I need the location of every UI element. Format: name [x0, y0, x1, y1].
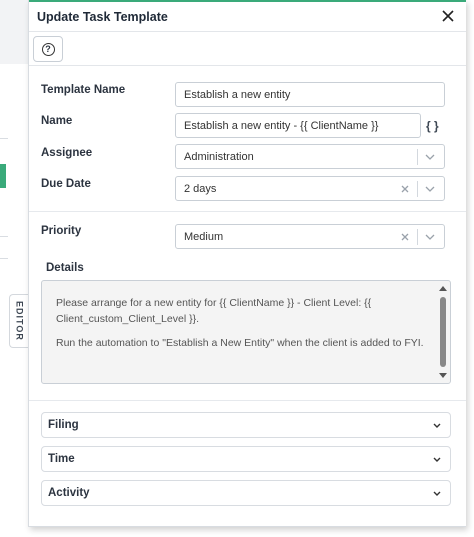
active-indicator [0, 164, 6, 188]
time-section-label: Time [48, 453, 75, 465]
details-textarea[interactable]: Please arrange for a new entity for {{ C… [41, 280, 451, 384]
braces-icon: { } [426, 119, 439, 133]
chevron-down-icon[interactable] [424, 151, 436, 163]
select-separator [417, 180, 418, 197]
priority-select[interactable]: Medium [175, 224, 445, 249]
name-label: Name [41, 115, 73, 127]
activity-section-header[interactable]: Activity [41, 480, 451, 506]
background-divider [0, 138, 8, 139]
priority-label: Priority [41, 225, 82, 237]
section-divider [29, 400, 466, 401]
panel-header: Update Task Template [29, 2, 466, 32]
background-block [0, 0, 28, 64]
select-separator [417, 228, 418, 245]
chevron-down-icon[interactable] [424, 183, 436, 195]
name-input[interactable]: Establish a new entity - {{ ClientName }… [175, 113, 421, 138]
editor-tab[interactable]: EDITOR [9, 294, 29, 348]
assignee-select[interactable]: Administration [175, 144, 445, 169]
close-button[interactable] [442, 5, 454, 27]
question-circle-icon: ? [41, 42, 55, 56]
assignee-label: Assignee [41, 147, 93, 159]
filing-section-label: Filing [48, 419, 79, 431]
clear-icon[interactable] [399, 183, 411, 195]
editor-tab-label: EDITOR [14, 301, 25, 341]
help-button[interactable]: ? [33, 36, 63, 62]
panel-toolbar: ? [29, 32, 466, 66]
details-text: Please arrange for a new entity for {{ C… [56, 295, 426, 351]
background-divider [0, 236, 8, 237]
background-app-strip [0, 0, 30, 537]
template-name-label: Template Name [41, 84, 126, 96]
scrollbar-thumb[interactable] [440, 297, 446, 367]
insert-placeholder-button[interactable]: { } [426, 119, 439, 133]
time-section-header[interactable]: Time [41, 446, 451, 472]
form-content: Template Name Establish a new entity Nam… [29, 66, 466, 526]
assignee-value: Administration [184, 150, 254, 163]
close-icon [442, 10, 454, 22]
template-name-input[interactable]: Establish a new entity [175, 82, 445, 107]
details-scrollbar[interactable] [438, 283, 448, 381]
chevron-down-icon [432, 488, 442, 498]
clear-icon[interactable] [399, 231, 411, 243]
section-divider [29, 211, 466, 212]
chevron-down-icon[interactable] [424, 231, 436, 243]
details-label: Details [46, 262, 84, 274]
priority-value: Medium [184, 230, 224, 243]
scroll-down-arrow-icon[interactable] [439, 373, 447, 378]
details-paragraph: Run the automation to "Establish a New E… [56, 337, 424, 349]
name-value: Establish a new entity - {{ ClientName }… [184, 119, 379, 132]
update-task-template-panel: Update Task Template ? Template Name Est… [28, 0, 466, 527]
panel-title: Update Task Template [37, 10, 168, 24]
due-date-label: Due Date [41, 178, 91, 190]
activity-section-label: Activity [48, 487, 90, 499]
chevron-down-icon [432, 420, 442, 430]
select-separator [417, 148, 418, 165]
background-divider [0, 258, 8, 259]
details-paragraph: Please arrange for a new entity for {{ C… [56, 297, 372, 325]
scroll-up-arrow-icon[interactable] [439, 286, 447, 291]
chevron-down-icon [432, 454, 442, 464]
filing-section-header[interactable]: Filing [41, 412, 451, 438]
template-name-value: Establish a new entity [184, 88, 291, 101]
due-date-value: 2 days [184, 182, 217, 195]
due-date-select[interactable]: 2 days [175, 176, 445, 201]
